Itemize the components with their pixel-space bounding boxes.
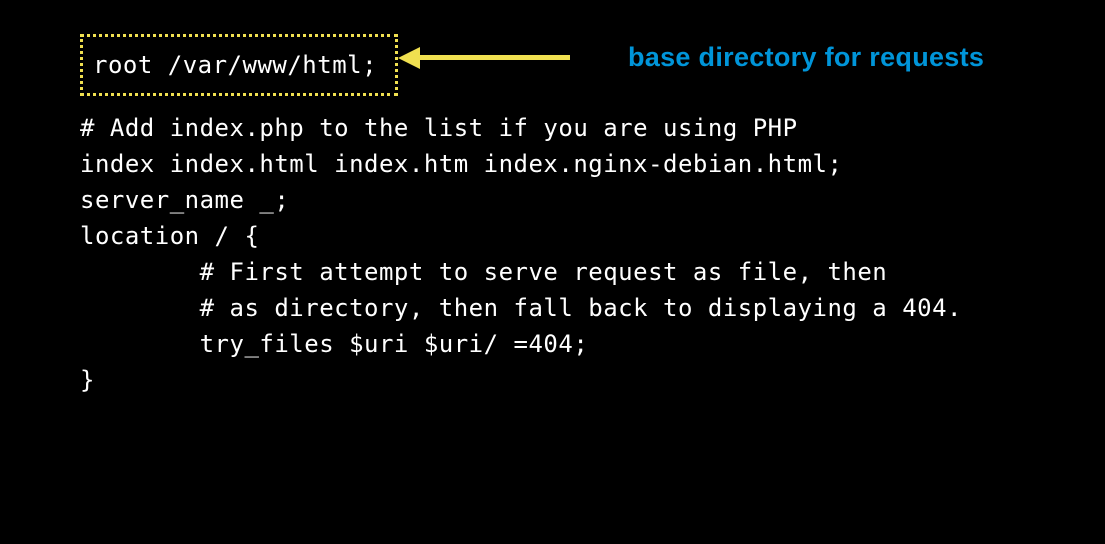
root-directive: root /var/www/html; — [93, 51, 377, 79]
comment-tryfiles-1: # First attempt to serve request as file… — [80, 254, 962, 290]
comment-tryfiles-2: # as directory, then fall back to displa… — [80, 290, 962, 326]
location-open: location / { — [80, 218, 962, 254]
nginx-config-block: # Add index.php to the list if you are u… — [80, 110, 962, 398]
arrow-left-icon — [398, 47, 570, 69]
annotation-label: base directory for requests — [628, 42, 984, 73]
annotation-callout: base directory for requests — [398, 42, 984, 73]
index-directive: index index.html index.htm index.nginx-d… — [80, 146, 962, 182]
highlighted-config-line: root /var/www/html; — [80, 34, 398, 96]
server-name-directive: server_name _; — [80, 182, 962, 218]
comment-php: # Add index.php to the list if you are u… — [80, 110, 962, 146]
location-close: } — [80, 362, 962, 398]
code-slide: root /var/www/html; base directory for r… — [0, 0, 1105, 544]
tryfiles-directive: try_files $uri $uri/ =404; — [80, 326, 962, 362]
